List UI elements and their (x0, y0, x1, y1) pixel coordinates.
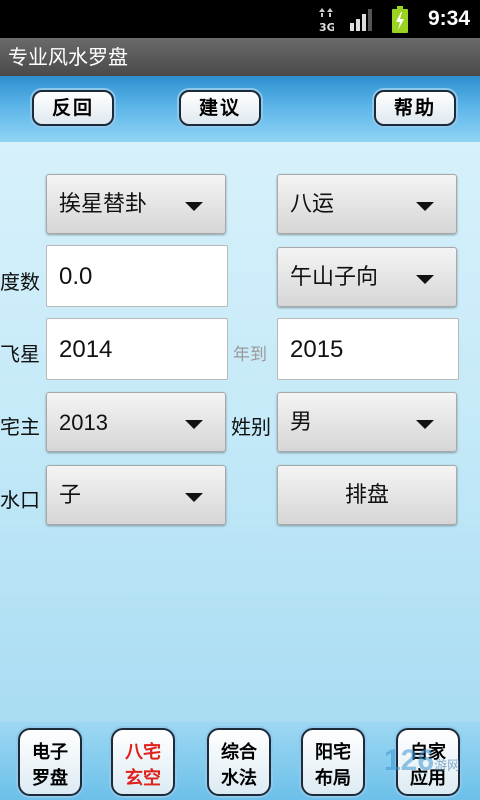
flying-star-label: 飞星 (0, 342, 40, 366)
nav-bazhai-xuankong[interactable]: 八宅 玄空 (111, 728, 175, 796)
nav-bazhai-line1: 八宅 (125, 742, 161, 763)
signal-strength-icon (350, 9, 372, 31)
degree-value: 0.0 (59, 263, 93, 290)
year-to-value: 2015 (290, 336, 344, 363)
suggest-button[interactable]: 建议 (179, 90, 261, 126)
direction-value: 午山子向 (290, 265, 379, 290)
battery-charging-icon (392, 6, 408, 33)
method-value: 挨星替卦 (59, 192, 148, 217)
gender-label: 姓别 (231, 415, 271, 439)
year-to-label: 年到 (233, 345, 267, 365)
owner-year-spinner[interactable]: 2013 (46, 392, 226, 452)
year-to-input[interactable]: 2015 (277, 318, 459, 380)
help-button[interactable]: 帮助 (374, 90, 456, 126)
nav-compass-line2: 罗盘 (32, 768, 68, 789)
period-spinner[interactable]: 八运 (277, 174, 457, 234)
dropdown-arrow-icon (416, 420, 434, 429)
form-area: 挨星替卦 八运 度数 0.0 午山子向 飞星 2014 年到 2015 宅主 2… (0, 142, 480, 722)
owner-year-value: 2013 (59, 410, 108, 435)
dropdown-arrow-icon (416, 202, 434, 211)
gender-value: 男 (290, 410, 313, 435)
water-spinner[interactable]: 子 (46, 465, 226, 525)
nav-compass-line1: 电子 (32, 742, 68, 763)
nav-compass[interactable]: 电子 罗盘 (18, 728, 82, 796)
3g-data-icon: 3G (319, 8, 334, 33)
nav-bazhai-line2: 玄空 (125, 768, 161, 789)
water-label: 水口 (0, 488, 40, 512)
dropdown-arrow-icon (185, 493, 203, 502)
nav-house-layout[interactable]: 阳宅 布局 (301, 728, 365, 796)
clock: 9:34 (427, 7, 470, 30)
top-toolbar: 反回 建议 帮助 (0, 76, 480, 142)
app-title: 专业风水罗盘 (0, 38, 480, 76)
nav-water-method[interactable]: 综合 水法 (207, 728, 271, 796)
period-value: 八运 (290, 192, 335, 217)
arrange-button-label: 排盘 (344, 483, 389, 508)
arrange-button[interactable]: 排盘 (277, 465, 457, 525)
dropdown-arrow-icon (185, 420, 203, 429)
owner-label: 宅主 (0, 415, 40, 439)
watermark-sub: 游网 (434, 758, 461, 773)
status-bar: 3G 9:34 (0, 0, 480, 38)
watermark-logo: 126游网 (384, 744, 460, 778)
nav-water-line2: 水法 (221, 768, 257, 789)
dropdown-arrow-icon (185, 202, 203, 211)
method-spinner[interactable]: 挨星替卦 (46, 174, 226, 234)
back-button[interactable]: 反回 (32, 90, 114, 126)
nav-water-line1: 综合 (221, 742, 257, 763)
degree-label: 度数 (0, 270, 40, 294)
year-from-value: 2014 (59, 336, 113, 363)
degree-input[interactable]: 0.0 (46, 245, 228, 307)
year-from-input[interactable]: 2014 (46, 318, 228, 380)
svg-text:3G: 3G (319, 21, 334, 33)
water-value: 子 (59, 483, 82, 508)
nav-layout-line1: 阳宅 (315, 742, 351, 763)
dropdown-arrow-icon (416, 275, 434, 284)
direction-spinner[interactable]: 午山子向 (277, 247, 457, 307)
watermark-text: 126 (384, 744, 435, 777)
gender-spinner[interactable]: 男 (277, 392, 457, 452)
nav-layout-line2: 布局 (315, 768, 351, 789)
